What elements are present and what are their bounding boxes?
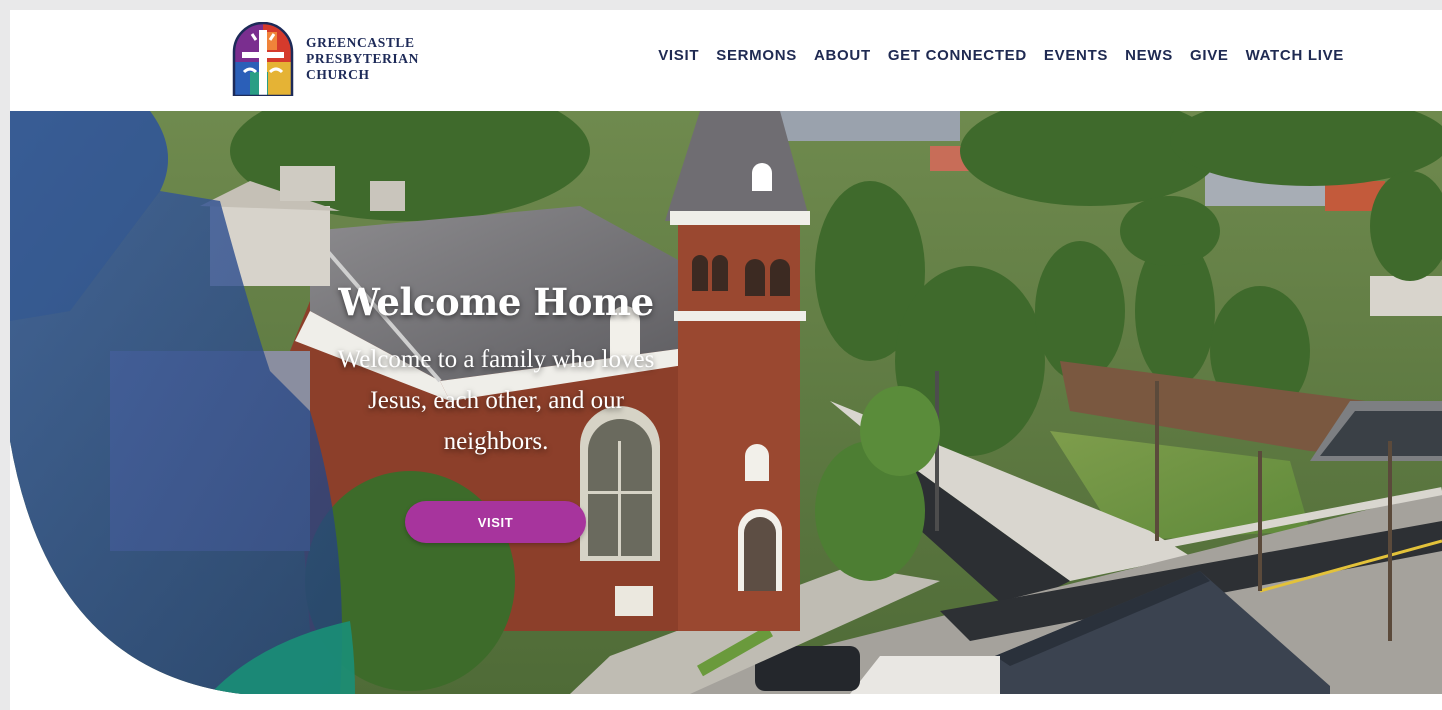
hero-church-photo	[10, 111, 1442, 694]
hero-subtitle: Welcome to a family who loves Jesus, eac…	[337, 346, 655, 455]
main-nav: VISIT SERMONS ABOUT GET CONNECTED EVENTS…	[658, 47, 1344, 64]
nav-item-events[interactable]: EVENTS	[1044, 47, 1108, 64]
nav-item-news[interactable]: NEWS	[1125, 47, 1173, 64]
site-header: GREENCASTLE PRESBYTERIAN CHURCH VISIT SE…	[10, 10, 1442, 111]
hero-text-block: Welcome Home Welcome to a family who lov…	[306, 279, 686, 462]
nav-item-get-connected[interactable]: GET CONNECTED	[888, 47, 1027, 64]
nav-item-about[interactable]: ABOUT	[814, 47, 871, 64]
logo-line-1: GREENCASTLE	[306, 35, 415, 50]
nav-item-sermons[interactable]: SERMONS	[716, 47, 797, 64]
site-logo-link[interactable]: GREENCASTLE PRESBYTERIAN CHURCH	[232, 22, 419, 96]
visit-button[interactable]: VISIT	[405, 501, 586, 543]
nav-item-watch-live[interactable]: WATCH LIVE	[1246, 47, 1344, 64]
browser-page: GREENCASTLE PRESBYTERIAN CHURCH VISIT SE…	[10, 10, 1442, 710]
hero-title: Welcome Home	[338, 280, 654, 324]
nav-item-give[interactable]: GIVE	[1190, 47, 1229, 64]
hero-section: Welcome Home Welcome to a family who lov…	[10, 111, 1442, 694]
nav-item-visit[interactable]: VISIT	[658, 47, 699, 64]
church-logo-icon	[232, 22, 294, 96]
logo-line-2: PRESBYTERIAN	[306, 51, 419, 66]
logo-line-3: CHURCH	[306, 67, 370, 82]
logo-wordmark: GREENCASTLE PRESBYTERIAN CHURCH	[306, 35, 419, 83]
